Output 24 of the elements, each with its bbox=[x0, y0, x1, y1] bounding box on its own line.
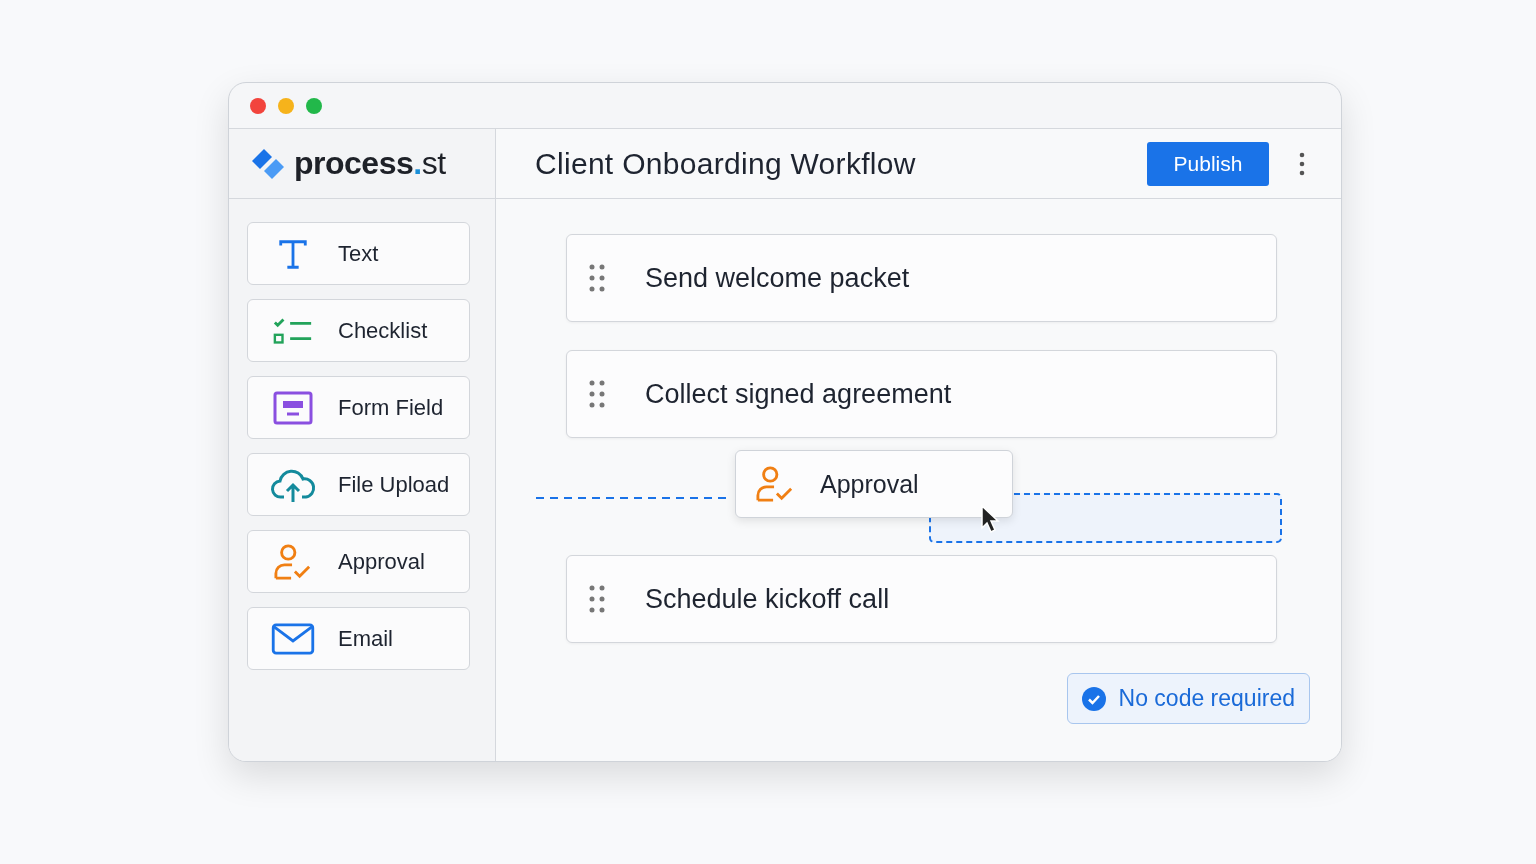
step-card[interactable]: Send welcome packet bbox=[566, 234, 1277, 322]
check-circle-icon bbox=[1081, 686, 1106, 711]
dragged-card[interactable]: Approval bbox=[735, 450, 1013, 518]
drag-handle-icon[interactable] bbox=[589, 585, 605, 613]
drag-handle-icon[interactable] bbox=[589, 380, 605, 408]
palette-item[interactable]: Approval bbox=[247, 530, 470, 593]
workflow-title: Client Onboarding Workflow bbox=[535, 146, 917, 181]
palette-item[interactable]: Checklist bbox=[247, 299, 470, 362]
minimize-window-dot[interactable] bbox=[278, 97, 294, 114]
palette-item[interactable]: Text bbox=[247, 222, 470, 285]
maximize-window-dot[interactable] bbox=[306, 97, 322, 114]
step-card[interactable]: Collect signed agreement bbox=[566, 350, 1277, 438]
no-code-badge: No code required bbox=[1066, 673, 1310, 724]
drag-handle-icon[interactable] bbox=[589, 264, 605, 292]
palette-item[interactable]: Email bbox=[247, 607, 470, 670]
palette-item[interactable]: File Upload bbox=[247, 453, 470, 516]
palette-item[interactable]: Form Field bbox=[247, 376, 470, 439]
more-options-icon[interactable] bbox=[1299, 151, 1305, 176]
publish-button[interactable]: Publish bbox=[1147, 141, 1269, 186]
envelope-icon bbox=[271, 622, 315, 655]
close-window-dot[interactable] bbox=[250, 97, 266, 114]
form-icon bbox=[273, 390, 313, 425]
logo-text: process.st bbox=[294, 145, 446, 182]
step-card[interactable]: Schedule kickoff call bbox=[566, 555, 1277, 643]
